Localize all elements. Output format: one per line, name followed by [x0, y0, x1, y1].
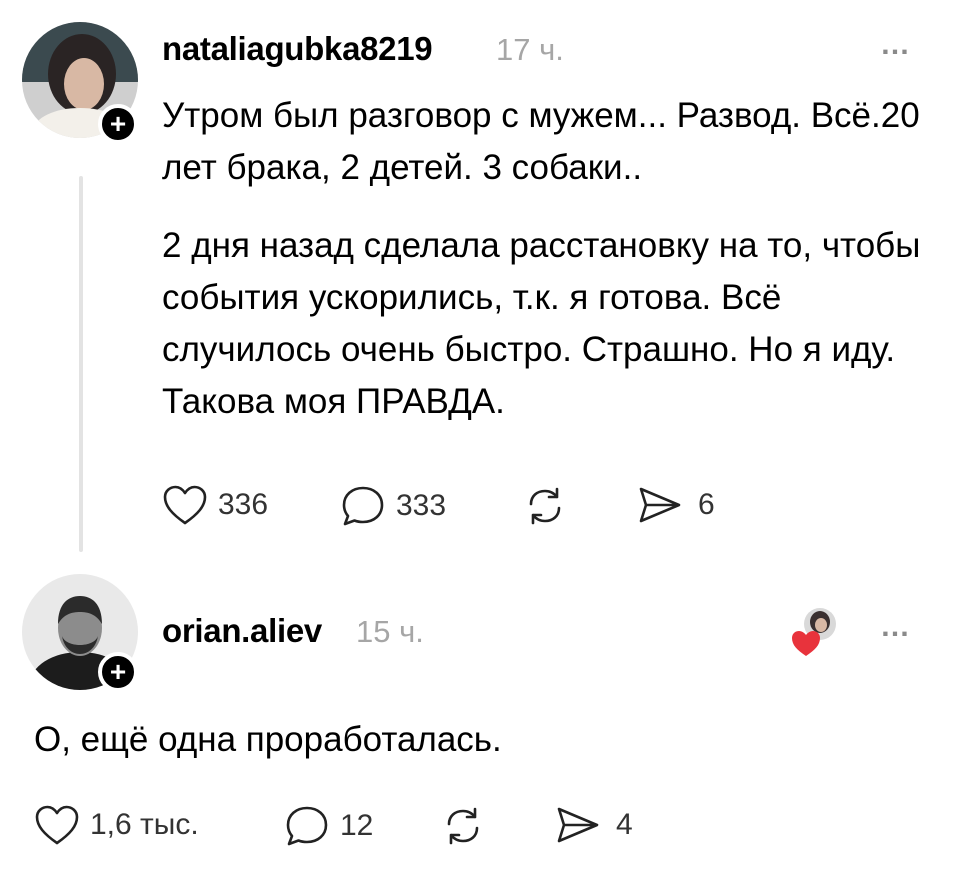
post-like-button[interactable]: 336	[162, 484, 268, 526]
reply-repost-button[interactable]	[440, 804, 486, 848]
post-paragraph-2: 2 дня назад сделала расстановку на то, ч…	[162, 226, 921, 421]
follow-plus-icon[interactable]: +	[98, 652, 138, 692]
post-share-count: 6	[698, 488, 715, 521]
send-icon	[557, 807, 599, 843]
reply-share-button[interactable]: 4	[554, 804, 633, 846]
post-timestamp: 17 ч.	[496, 32, 564, 67]
reply-timestamp: 15 ч.	[356, 614, 424, 649]
follow-plus-icon[interactable]: +	[98, 104, 138, 144]
heart-icon	[163, 485, 207, 525]
send-icon	[639, 487, 681, 523]
reply-text: О, ещё одна проработалась.	[34, 720, 502, 759]
reply-share-count: 4	[616, 808, 633, 841]
post-share-button[interactable]: 6	[636, 484, 715, 526]
reply-more-options-icon[interactable]: …	[880, 610, 912, 644]
repost-icon	[447, 807, 479, 845]
author-liked-badge	[790, 606, 836, 656]
heart-icon	[792, 631, 820, 656]
thread-line	[79, 176, 83, 552]
post-username[interactable]: nataliagubka8219	[162, 30, 433, 68]
post-repost-button[interactable]	[522, 484, 568, 528]
repost-icon	[529, 487, 561, 525]
post-like-count: 336	[218, 488, 269, 521]
post-comment-count: 333	[396, 489, 447, 522]
reply-like-button[interactable]: 1,6 тыс.	[34, 804, 199, 846]
reply-comment-button[interactable]: 12	[284, 804, 373, 848]
post-text: Утром был разговор с мужем... Развод. Вс…	[162, 90, 922, 428]
comment-bubble-icon	[286, 806, 328, 846]
heart-icon	[35, 805, 79, 845]
post-comment-button[interactable]: 333	[340, 484, 446, 528]
post-paragraph-1: Утром был разговор с мужем... Развод. Вс…	[162, 96, 920, 187]
comment-bubble-icon	[342, 486, 384, 526]
reply-like-count: 1,6 тыс.	[90, 808, 199, 841]
reply-comment-count: 12	[340, 809, 374, 842]
post-more-options-icon[interactable]: …	[880, 28, 912, 62]
reply-username[interactable]: orian.aliev	[162, 612, 322, 650]
